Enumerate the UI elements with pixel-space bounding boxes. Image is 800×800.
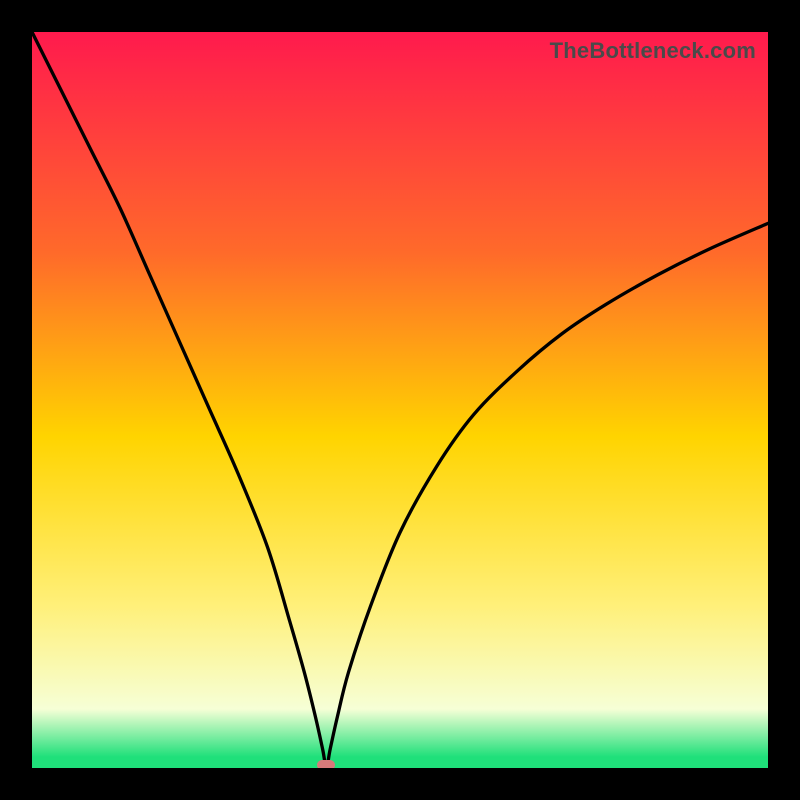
plot-area: TheBottleneck.com [32, 32, 768, 768]
minimum-marker [317, 760, 335, 768]
chart-frame: TheBottleneck.com [0, 0, 800, 800]
bottleneck-curve [32, 32, 768, 768]
branding-watermark: TheBottleneck.com [550, 38, 756, 64]
